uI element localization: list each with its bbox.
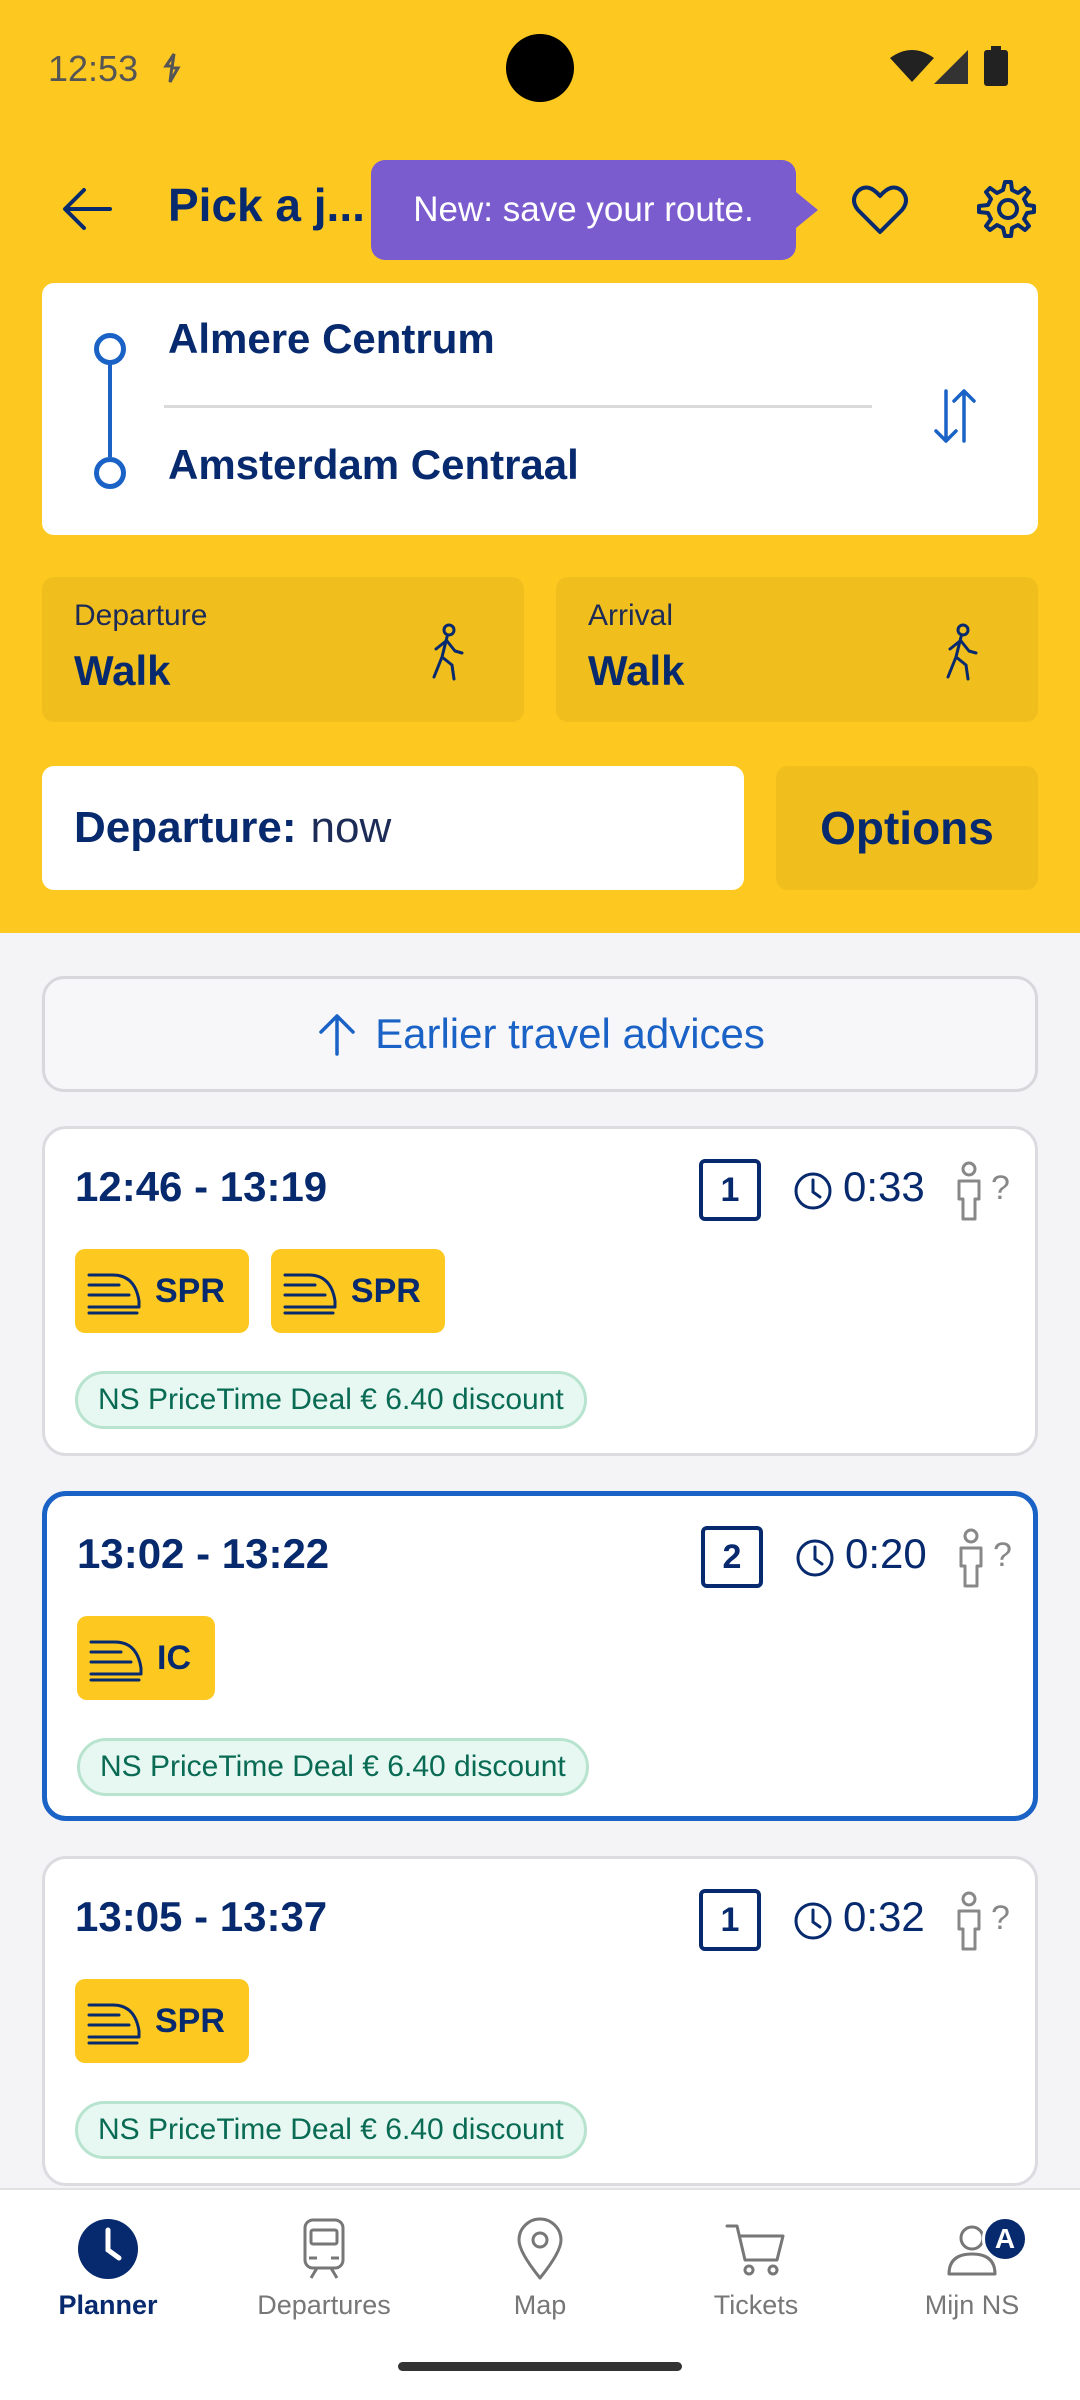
route-divider <box>164 405 872 408</box>
nav-departures[interactable]: Departures <box>216 2214 432 2321</box>
train-front-icon <box>89 1640 143 1682</box>
nav-mijn-ns[interactable]: A Mijn NS <box>864 2214 1080 2321</box>
arrival-mode-tile[interactable]: Arrival Walk <box>556 577 1038 722</box>
origin-dot <box>94 333 126 365</box>
cart-icon <box>725 2224 785 2276</box>
arrival-mode-label: Arrival <box>588 599 674 632</box>
departure-mode-tile[interactable]: Departure Walk <box>42 577 524 722</box>
origin-station[interactable]: Almere Centrum <box>168 315 495 363</box>
trip-times: 13:05 - 13:37 <box>75 1893 328 1940</box>
transfers-count: 1 <box>699 1889 761 1951</box>
train-type-badge: SPR <box>75 1979 249 2063</box>
walking-person-icon <box>432 623 464 681</box>
crowd-unknown: ? <box>993 1536 1012 1574</box>
train-icon <box>303 2218 345 2279</box>
nav-label: Map <box>513 2290 567 2320</box>
nav-map[interactable]: Map <box>432 2214 648 2321</box>
arrow-up-icon <box>319 1014 355 1056</box>
nav-planner[interactable]: Planner <box>0 2214 216 2321</box>
train-type-badge: SPR <box>75 1249 249 1333</box>
nav-label: Planner <box>58 2290 158 2320</box>
trip-times: 12:46 - 13:19 <box>75 1163 328 1210</box>
train-type-label: SPR <box>155 1271 225 1310</box>
departure-mode-label: Departure <box>74 599 208 632</box>
status-time: 12:53 <box>48 48 139 89</box>
train-type-label: IC <box>157 1638 191 1677</box>
trip-card[interactable]: 13:05 - 13:37 1 0:32? SPR NS PriceTime Deal … <box>42 1856 1038 2186</box>
swap-stations-icon[interactable] <box>922 383 988 449</box>
arrival-mode-value: Walk <box>588 647 685 694</box>
signal-icon <box>934 50 968 84</box>
wifi-icon <box>890 50 934 82</box>
nav-label: Mijn NS <box>924 2290 1020 2320</box>
train-badges: IC <box>77 1616 215 1700</box>
train-front-icon <box>87 2003 141 2045</box>
trip-times: 13:02 - 13:22 <box>77 1530 330 1577</box>
nav-label: Tickets <box>713 2290 799 2320</box>
favorite-heart-icon[interactable] <box>850 180 910 240</box>
train-type-label: SPR <box>155 2001 225 2040</box>
price-deal-badge: NS PriceTime Deal € 6.40 discount <box>75 2101 587 2159</box>
nav-tickets[interactable]: Tickets <box>648 2214 864 2321</box>
crowd-unknown: ? <box>991 1899 1010 1937</box>
earlier-advices-button[interactable]: Earlier travel advices <box>42 976 1038 1092</box>
battery-icon <box>984 46 1008 86</box>
train-front-icon <box>87 1273 141 1315</box>
train-badges: SPR <box>75 1979 249 2063</box>
nav-label: Departures <box>257 2290 391 2320</box>
duration-clock-icon <box>796 1539 834 1577</box>
train-type-label: SPR <box>350 1271 421 1310</box>
departure-mode-value: Walk <box>74 647 171 694</box>
settings-gear-icon[interactable] <box>974 178 1036 240</box>
trip-duration: 0:32 <box>843 1893 925 1940</box>
page-title: Pick a j... <box>168 179 365 231</box>
transfers-count: 1 <box>699 1159 761 1221</box>
departure-time-value: now <box>310 803 392 852</box>
map-pin-icon <box>517 2217 563 2280</box>
departure-time-label: Departure: <box>74 803 297 852</box>
trip-card[interactable]: 13:02 - 13:22 2 0:20? IC NS PriceTime Deal €… <box>42 1491 1038 1821</box>
route-card: Almere Centrum Amsterdam Centraal <box>42 283 1038 535</box>
home-indicator[interactable] <box>398 2362 682 2371</box>
trip-duration: 0:33 <box>843 1163 925 1210</box>
crowd-unknown: ? <box>991 1169 1010 1207</box>
sync-icon <box>163 53 181 83</box>
price-deal-badge: NS PriceTime Deal € 6.40 discount <box>75 1371 587 1429</box>
camera-cutout <box>506 34 574 102</box>
transfers-count: 2 <box>701 1526 763 1588</box>
back-arrow-icon[interactable] <box>60 182 114 236</box>
trip-card[interactable]: 12:46 - 13:19 1 0:33? SPR SPR NS PriceTime De… <box>42 1126 1038 1456</box>
train-front-icon <box>283 1273 337 1315</box>
departure-time-field[interactable]: Departure: now <box>42 766 744 890</box>
destination-station[interactable]: Amsterdam Centraal <box>168 441 579 489</box>
earlier-advices-label: Earlier travel advices <box>375 1010 765 1057</box>
options-button[interactable]: Options <box>776 766 1038 890</box>
save-route-tooltip[interactable]: New: save your route. <box>371 160 818 260</box>
clock-icon <box>78 2219 138 2279</box>
profile-badge: A <box>982 2216 1028 2262</box>
destination-dot <box>94 457 126 489</box>
train-badges: SPR SPR <box>75 1249 445 1333</box>
duration-clock-icon <box>794 1902 832 1940</box>
train-type-badge: SPR <box>270 1249 445 1333</box>
train-type-badge: IC <box>77 1616 215 1700</box>
walking-person-icon <box>946 623 978 681</box>
price-deal-badge: NS PriceTime Deal € 6.40 discount <box>77 1738 589 1796</box>
duration-clock-icon <box>794 1172 832 1210</box>
trip-duration: 0:20 <box>845 1530 927 1577</box>
